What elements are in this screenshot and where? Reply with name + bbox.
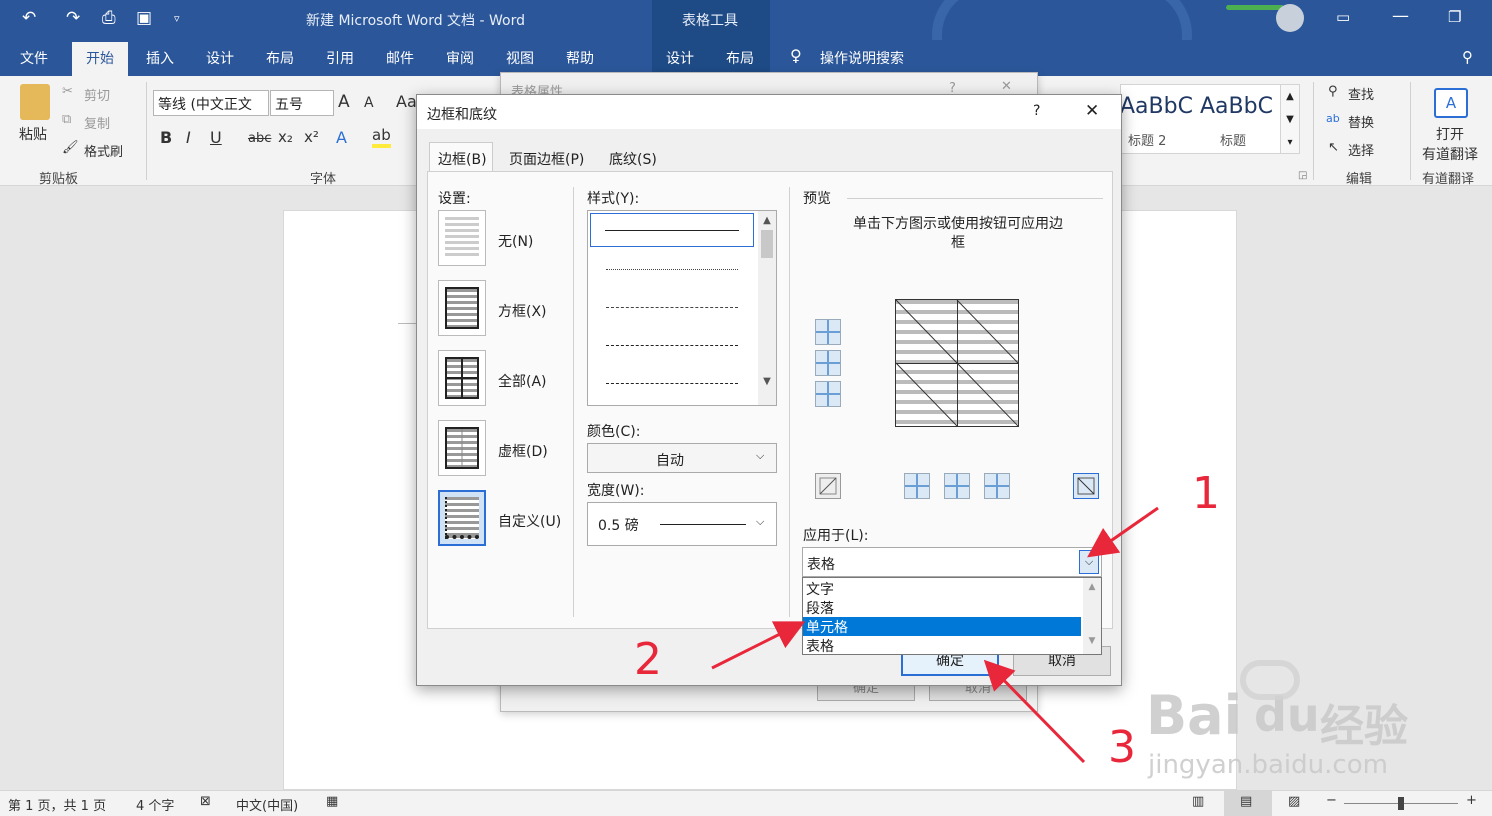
- watermark-brand: Bai: [1146, 684, 1243, 747]
- annotation-3: 3: [1108, 722, 1136, 773]
- annotation-1: 1: [1192, 468, 1220, 519]
- watermark-url: jingyan.baidu.com: [1148, 750, 1388, 780]
- paw-logo-icon: [1240, 660, 1300, 700]
- annotation-2: 2: [634, 634, 662, 685]
- watermark-jingyan: 经验: [1320, 701, 1408, 752]
